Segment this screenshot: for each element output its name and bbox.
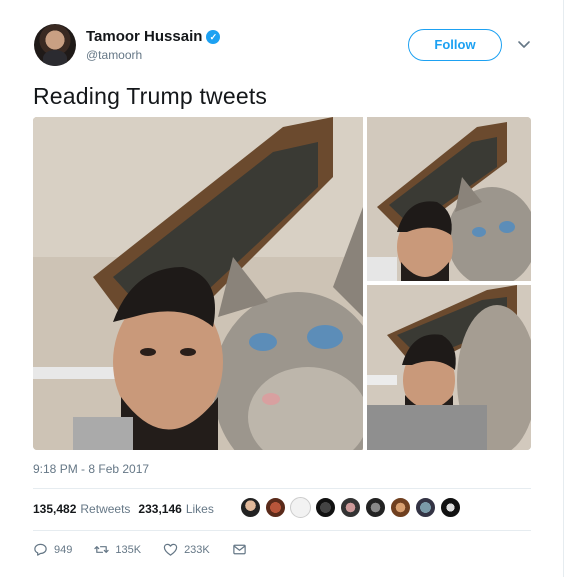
- divider: [33, 530, 531, 531]
- liker-avatar[interactable]: [265, 497, 286, 518]
- liker-avatar[interactable]: [315, 497, 336, 518]
- retweets-count: 135,482: [33, 502, 77, 516]
- retweet-icon: [94, 546, 110, 553]
- retweet-count: 135K: [115, 543, 142, 556]
- reply-count: 949: [54, 543, 73, 556]
- author-handle[interactable]: @tamoorh: [86, 48, 142, 62]
- verified-badge-icon: ✓: [206, 29, 221, 44]
- liker-avatar[interactable]: [415, 497, 436, 518]
- retweet-action[interactable]: 135K: [94, 542, 141, 557]
- author-name[interactable]: Tamoor Hussain: [86, 28, 202, 45]
- engagement-stats: 135,482 Retweets 233,146 Likes: [33, 502, 214, 516]
- liker-avatar[interactable]: [365, 497, 386, 518]
- likes-count: 233,146: [138, 502, 182, 516]
- like-icon: [163, 543, 178, 556]
- likes-stat[interactable]: 233,146 Likes: [138, 502, 213, 516]
- author-row: Tamoor Hussain ✓: [86, 28, 221, 45]
- liker-avatar[interactable]: [390, 497, 411, 518]
- liker-avatar[interactable]: [440, 497, 461, 518]
- tweet-actions: 949 135K 233K: [33, 542, 269, 557]
- liker-avatars: [240, 497, 461, 518]
- liker-avatar[interactable]: [290, 497, 311, 518]
- liker-avatar[interactable]: [340, 497, 361, 518]
- reply-icon: [34, 543, 47, 556]
- divider: [33, 488, 531, 489]
- direct-message-action[interactable]: [232, 542, 247, 557]
- avatar[interactable]: [34, 24, 76, 66]
- tweet-card: Tamoor Hussain ✓ @tamoorh Follow Reading…: [0, 0, 564, 577]
- reply-action[interactable]: 949: [33, 542, 72, 557]
- liker-avatar[interactable]: [240, 497, 261, 518]
- direct-message-icon: [233, 544, 246, 555]
- media-grid: [33, 117, 531, 450]
- likes-label: Likes: [185, 502, 214, 516]
- photo-main[interactable]: [33, 117, 363, 450]
- follow-button[interactable]: Follow: [408, 29, 502, 61]
- retweets-label: Retweets: [80, 502, 131, 516]
- retweets-stat[interactable]: 135,482 Retweets: [33, 502, 130, 516]
- chevron-down-icon[interactable]: [516, 36, 532, 52]
- photo-bottom-right[interactable]: [367, 285, 531, 450]
- tweet-timestamp[interactable]: 9:18 PM - 8 Feb 2017: [33, 462, 149, 476]
- tweet-text: Reading Trump tweets: [33, 83, 268, 109]
- like-action[interactable]: 233K: [163, 542, 210, 557]
- like-count: 233K: [184, 543, 210, 556]
- photo-top-right[interactable]: [367, 117, 531, 281]
